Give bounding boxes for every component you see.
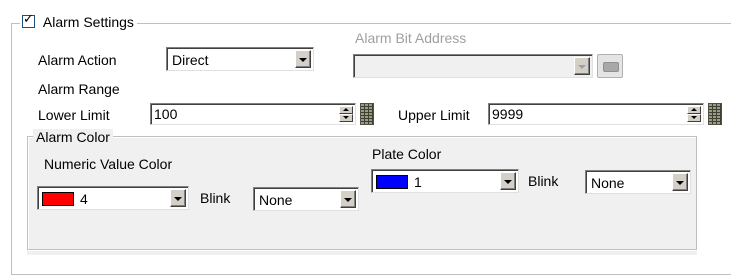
spin-up-icon[interactable] xyxy=(687,106,701,114)
chevron-down-icon[interactable] xyxy=(170,189,186,207)
upper-limit-input[interactable]: 9999 xyxy=(488,103,704,125)
numeric-value-color-label: Numeric Value Color xyxy=(44,156,173,172)
alarm-range-label: Alarm Range xyxy=(38,81,120,97)
numeric-blink-select[interactable]: None xyxy=(253,187,359,211)
alarm-action-label: Alarm Action xyxy=(38,52,117,68)
chevron-down-icon[interactable] xyxy=(340,190,356,208)
chevron-down-icon[interactable] xyxy=(500,172,516,190)
color-swatch xyxy=(376,175,408,189)
spin-down-icon[interactable] xyxy=(339,114,353,122)
spin-up-icon[interactable] xyxy=(339,106,353,114)
address-input-icon[interactable] xyxy=(597,54,623,78)
lower-limit-input[interactable]: 100 xyxy=(150,103,356,125)
lower-limit-spinner[interactable] xyxy=(339,106,353,122)
alarm-settings-title: Alarm Settings xyxy=(42,14,134,30)
upper-limit-value: 9999 xyxy=(492,106,524,122)
check-icon: ✓ xyxy=(23,12,34,27)
plate-blink-select[interactable]: None xyxy=(585,170,691,194)
chevron-down-icon[interactable] xyxy=(672,173,688,191)
upper-limit-spinner[interactable] xyxy=(687,106,701,122)
upper-limit-label: Upper Limit xyxy=(398,107,470,123)
alarm-color-title: Alarm Color xyxy=(33,129,113,145)
plate-color-value: 1 xyxy=(414,174,422,190)
alarm-settings-header: ✓ Alarm Settings xyxy=(20,12,137,30)
numeric-blink-label: Blink xyxy=(200,190,231,206)
chevron-down-icon[interactable] xyxy=(295,50,311,68)
alarm-action-select[interactable]: Direct xyxy=(166,47,314,71)
numeric-value-color-value: 4 xyxy=(80,191,88,207)
lower-limit-value: 100 xyxy=(154,106,178,122)
plate-color-select[interactable]: 1 xyxy=(371,169,519,193)
numeric-blink-value: None xyxy=(259,192,293,208)
alarm-bit-address-select[interactable] xyxy=(353,54,593,78)
alarm-settings-checkbox[interactable]: ✓ xyxy=(22,12,35,28)
alarm-color-panel: Alarm Color Numeric Value Color 4 Blink … xyxy=(27,129,697,255)
plate-color-label: Plate Color xyxy=(372,146,442,162)
numeric-value-color-select[interactable]: 4 xyxy=(37,186,189,210)
chevron-down-icon[interactable] xyxy=(574,57,590,75)
alarm-action-value: Direct xyxy=(172,52,209,68)
keypad-icon[interactable] xyxy=(708,103,722,125)
spin-down-icon[interactable] xyxy=(687,114,701,122)
plate-blink-value: None xyxy=(591,175,625,191)
color-swatch xyxy=(42,192,74,206)
plate-blink-label: Blink xyxy=(528,173,559,189)
lower-limit-label: Lower Limit xyxy=(38,107,110,123)
alarm-bit-address-label: Alarm Bit Address xyxy=(355,30,467,46)
keypad-icon[interactable] xyxy=(360,103,374,125)
